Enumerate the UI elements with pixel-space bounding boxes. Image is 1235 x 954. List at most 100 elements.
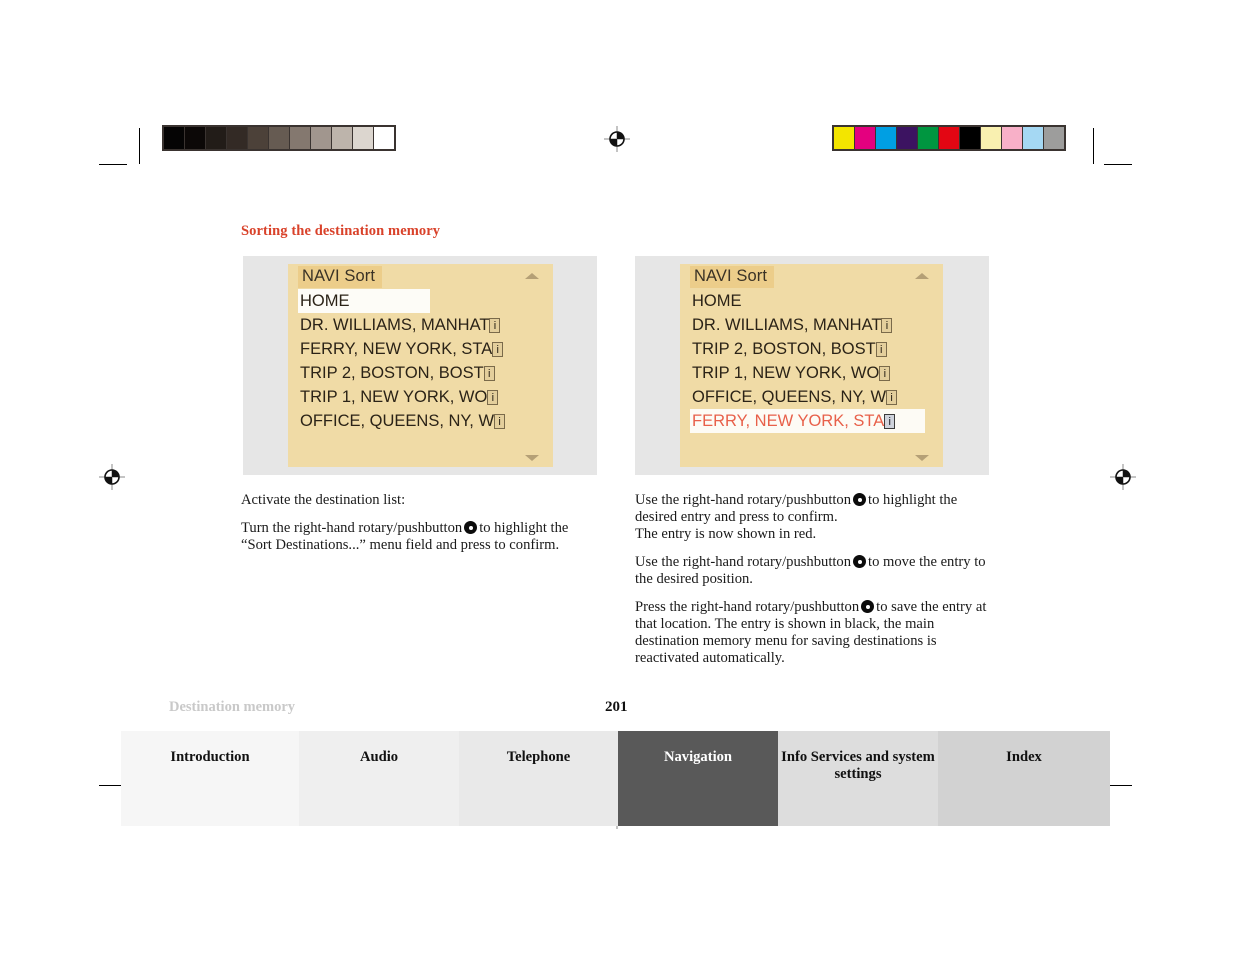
info-icon[interactable]: i [875, 341, 887, 357]
grayscale-swatch [248, 127, 268, 149]
info-icon[interactable]: i [487, 389, 499, 405]
list-item-label: TRIP 2, BOSTON, BOST [692, 340, 876, 358]
list-item-label: HOME [692, 292, 742, 310]
list-item[interactable]: OFFICE, QUEENS, NY, W i [298, 409, 553, 433]
list-item-label: DR. WILLIAMS, MANHAT [300, 316, 490, 334]
color-swatch [1002, 127, 1022, 149]
grayscale-swatch [206, 127, 226, 149]
tab-index[interactable]: Index [938, 731, 1110, 826]
info-icon[interactable]: i [483, 365, 495, 381]
tab-label: Telephone [506, 749, 571, 765]
grayscale-calibration-bar [162, 125, 396, 151]
tab-introduction[interactable]: Introduction [121, 731, 299, 826]
navi-screen: NAVI Sort HOME DR. WILLIAMS, MANHAT i FE… [288, 264, 553, 467]
instruction-paragraph: Turn the right-hand rotary/pushbutton to … [241, 520, 597, 554]
list-item-label: HOME [300, 292, 350, 310]
list-item-selected[interactable]: FERRY, NEW YORK, STA i [690, 409, 925, 433]
scroll-down-arrow[interactable] [525, 455, 539, 461]
page-title: Sorting the destination memory [241, 223, 441, 239]
rotary-pushbutton-icon [861, 600, 875, 613]
info-icon[interactable]: i [492, 341, 504, 357]
tab-info-services[interactable]: Info Services and system settings [778, 731, 938, 826]
color-swatch [876, 127, 896, 149]
color-swatch [939, 127, 959, 149]
info-icon[interactable]: i [494, 413, 506, 429]
registration-mark-top [604, 126, 630, 152]
list-item[interactable]: HOME [298, 289, 430, 313]
info-icon[interactable]: i [881, 317, 893, 333]
instruction-text: Press the right-hand rotary/pushbutton [635, 599, 860, 615]
color-calibration-bar [832, 125, 1066, 151]
destination-list: HOME DR. WILLIAMS, MANHAT i FERRY, NEW Y… [288, 289, 553, 433]
grayscale-swatch [353, 127, 373, 149]
color-swatch [918, 127, 938, 149]
list-item-label: OFFICE, QUEENS, NY, W [692, 388, 887, 406]
list-item[interactable]: HOME [690, 289, 943, 313]
instruction-paragraph: Use the right-hand rotary/pushbutton to m… [635, 554, 995, 588]
list-item-label: FERRY, NEW YORK, STA [300, 340, 493, 358]
instructions-right-column: Use the right-hand rotary/pushbutton to h… [635, 492, 995, 667]
list-item[interactable]: OFFICE, QUEENS, NY, W i [690, 385, 943, 409]
scroll-up-arrow[interactable] [525, 273, 539, 279]
tab-audio[interactable]: Audio [299, 731, 459, 826]
navi-screen: NAVI Sort HOME DR. WILLIAMS, MANHAT i TR… [680, 264, 943, 467]
list-item[interactable]: TRIP 1, NEW YORK, WO i [690, 361, 943, 385]
tab-telephone[interactable]: Telephone [459, 731, 618, 826]
info-icon[interactable]: i [886, 389, 898, 405]
list-item-label: DR. WILLIAMS, MANHAT [692, 316, 882, 334]
running-head: Destination memory [169, 699, 296, 715]
section-tab-bar: Introduction Audio Telephone Navigation … [121, 731, 1110, 826]
tab-label: Navigation [663, 749, 733, 765]
scroll-down-arrow[interactable] [915, 455, 929, 461]
navi-screen-title: NAVI Sort [690, 266, 775, 288]
destination-list: HOME DR. WILLIAMS, MANHAT i TRIP 2, BOST… [680, 289, 943, 433]
navi-titlebar: NAVI Sort [288, 264, 553, 289]
list-item[interactable]: DR. WILLIAMS, MANHAT i [298, 313, 553, 337]
tab-label: Info Services and system settings [781, 749, 935, 782]
scroll-up-arrow[interactable] [915, 273, 929, 279]
list-item[interactable]: FERRY, NEW YORK, STA i [298, 337, 553, 361]
color-swatch [1023, 127, 1043, 149]
info-icon[interactable]: i [489, 317, 501, 333]
instruction-text: Use the right-hand rotary/pushbutton [635, 554, 852, 570]
instruction-text: Activate the destination list: [241, 492, 406, 508]
tab-label: Index [1006, 749, 1042, 765]
rotary-pushbutton-icon [853, 555, 867, 568]
list-item-label: TRIP 1, NEW YORK, WO [692, 364, 880, 382]
list-item-label: TRIP 2, BOSTON, BOST [300, 364, 484, 382]
grayscale-swatch [332, 127, 352, 149]
list-item[interactable]: TRIP 2, BOSTON, BOST i [298, 361, 553, 385]
color-swatch [1044, 127, 1064, 149]
list-item-label: OFFICE, QUEENS, NY, W [300, 412, 495, 430]
tab-label: Introduction [170, 749, 250, 765]
registration-mark-right [1110, 464, 1136, 490]
instruction-paragraph: Activate the destination list: [241, 492, 597, 509]
instruction-paragraph: Press the right-hand rotary/pushbutton to… [635, 599, 995, 667]
color-swatch [855, 127, 875, 149]
grayscale-swatch [164, 127, 184, 149]
list-item[interactable]: TRIP 1, NEW YORK, WO i [298, 385, 553, 409]
instructions-left-column: Activate the destination list: Turn the … [241, 492, 597, 554]
info-icon[interactable]: i [884, 413, 896, 429]
list-item[interactable]: DR. WILLIAMS, MANHAT i [690, 313, 943, 337]
grayscale-swatch [269, 127, 289, 149]
rotary-pushbutton-icon [464, 521, 478, 534]
color-swatch [960, 127, 980, 149]
grayscale-swatch [311, 127, 331, 149]
page-number: 201 [605, 699, 628, 715]
instruction-text: Turn the right-hand rotary/pushbutton [241, 520, 463, 536]
spine-line-left [139, 128, 140, 164]
instruction-text: Use the right-hand rotary/pushbutton [635, 492, 852, 508]
rotary-pushbutton-icon [853, 493, 867, 506]
tab-label: Audio [359, 749, 399, 765]
list-item-label: FERRY, NEW YORK, STA [692, 412, 885, 430]
grayscale-swatch [227, 127, 247, 149]
spine-line-right [1093, 128, 1094, 164]
tab-navigation[interactable]: Navigation [618, 731, 778, 826]
list-item[interactable]: TRIP 2, BOSTON, BOST i [690, 337, 943, 361]
grayscale-swatch [185, 127, 205, 149]
info-icon[interactable]: i [879, 365, 891, 381]
color-swatch [981, 127, 1001, 149]
instruction-paragraph: Use the right-hand rotary/pushbutton to h… [635, 492, 995, 543]
instruction-text: The entry is now shown in red. [635, 526, 817, 542]
